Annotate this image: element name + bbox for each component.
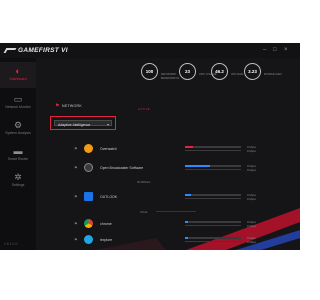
download-bar [185, 240, 241, 242]
close-button[interactable]: × [284, 47, 288, 53]
app-name: Overwatch [100, 147, 117, 151]
outlook-icon [84, 192, 93, 201]
app-name: iexplore [100, 238, 113, 242]
download-bar [185, 168, 241, 170]
sidebar-item-label: Network Monitor [5, 105, 31, 109]
sidebar-item-label: Settings [11, 183, 25, 187]
sidebar-item-system-analysis[interactable]: ⚙ System Analysis [0, 116, 36, 142]
network-title: NETWORK [62, 104, 82, 108]
download-bar [185, 197, 241, 199]
upload-bar-fill [185, 165, 211, 167]
app-row-outlook[interactable]: ⚑ OUTLOOK 0 kbps 0 kbps [72, 191, 300, 203]
sidebar-item-label: Dashboard [9, 77, 27, 81]
download-label: DOWNLOAD [264, 72, 282, 76]
sidebar-item-label: System Analysis [5, 131, 31, 135]
sidebar-item-label: Smart Router [7, 157, 29, 161]
app-row-chrome[interactable]: ⚑ chrome 0 kbps 0 kbps [72, 218, 300, 230]
download-rate: 0 kbps [247, 223, 256, 228]
bandwidth-value: 100 [141, 63, 158, 80]
priority-flag-icon[interactable]: ⚑ [74, 237, 78, 242]
app-row-overwatch[interactable]: ⚑ Overwatch 0 kbps 0 kbps [72, 143, 300, 155]
upload-bar-fill [185, 146, 194, 148]
network-mode-select[interactable]: Adaptive Intelligence ▾ [54, 120, 112, 127]
sidebar-item-settings[interactable]: ✲ Settings [0, 168, 36, 194]
router-icon: ▬ [13, 146, 23, 156]
title-bar: GAMEFIRST VI – □ × [0, 43, 300, 58]
download-rate: 0 kbps [247, 167, 256, 172]
upload-value: 46.2 [211, 63, 228, 80]
group-active-label: ACTIVE [138, 107, 150, 111]
obs-icon [84, 163, 93, 172]
internet-explorer-icon [84, 235, 93, 244]
version-label: v 6.1.0.0 [4, 242, 18, 246]
settings-icon: ✲ [14, 172, 22, 182]
gamefirst-window: GAMEFIRST VI – □ × ◐ Dashboard ▭ Network… [0, 43, 300, 250]
priority-flag-icon[interactable]: ⚑ [74, 146, 78, 151]
overwatch-icon [84, 144, 93, 153]
app-name: OUTLOOK [100, 195, 118, 199]
app-name: Open Broadcaster Software [100, 166, 144, 170]
priority-flag-icon[interactable]: ⚑ [74, 221, 78, 226]
download-bar [185, 149, 241, 151]
download-rate: 0 kbps [247, 239, 256, 244]
cpu-value: 23 [179, 63, 196, 80]
analysis-icon: ⚙ [13, 120, 23, 130]
upload-bar [185, 221, 241, 223]
chevron-down-icon: ▾ [106, 121, 109, 127]
network-mode-dropdown[interactable]: Adaptive Intelligence ▾ [50, 116, 116, 130]
divider [156, 210, 196, 211]
network-icon: ⚑ [55, 103, 60, 109]
sidebar: ◐ Dashboard ▭ Network Monitor ⚙ System A… [0, 58, 36, 250]
sidebar-item-smart-router[interactable]: ▬ Smart Router [0, 142, 36, 168]
upload-bar [185, 146, 241, 148]
app-row-iexplore[interactable]: ⚑ iexplore 0 kbps 0 kbps [72, 234, 300, 246]
priority-flag-icon[interactable]: ⚑ [74, 165, 78, 170]
dashboard-icon: ◐ [15, 66, 21, 76]
network-mode-value: Adaptive Intelligence [58, 122, 91, 127]
download-rate: 0 kbps [247, 196, 256, 201]
upload-bar [185, 165, 241, 167]
minimize-button[interactable]: – [263, 47, 266, 53]
download-rate: 0 kbps [247, 148, 256, 153]
rog-logo-icon [3, 48, 17, 53]
sidebar-item-network-monitor[interactable]: ▭ Network Monitor [0, 90, 36, 116]
download-bar [185, 224, 241, 226]
app-title: GAMEFIRST VI [18, 47, 68, 54]
group-normal-label: NORMAL [137, 180, 151, 184]
upload-bar-fill [185, 237, 188, 239]
app-name: chrome [100, 222, 112, 226]
app-row-obs[interactable]: ⚑ Open Broadcaster Software 0 kbps 0 kbp… [72, 162, 300, 174]
download-value: 3.23 [244, 63, 261, 80]
priority-flag-icon[interactable]: ⚑ [74, 194, 78, 199]
upload-bar [185, 194, 241, 196]
maximize-button[interactable]: □ [273, 47, 277, 53]
monitor-icon: ▭ [13, 94, 23, 104]
stat-download: 3.23 DOWNLOAD [244, 63, 288, 93]
app-logo: GAMEFIRST VI [3, 47, 68, 54]
upload-bar [185, 237, 241, 239]
upload-bar-fill [185, 194, 191, 196]
chrome-icon [84, 219, 93, 228]
sidebar-item-dashboard[interactable]: ◐ Dashboard [0, 62, 36, 88]
upload-bar-fill [185, 221, 188, 223]
dashboard-content: 100 NETWORK BANDWIDTH 23 CPU USAGE 46.2 … [36, 58, 300, 250]
